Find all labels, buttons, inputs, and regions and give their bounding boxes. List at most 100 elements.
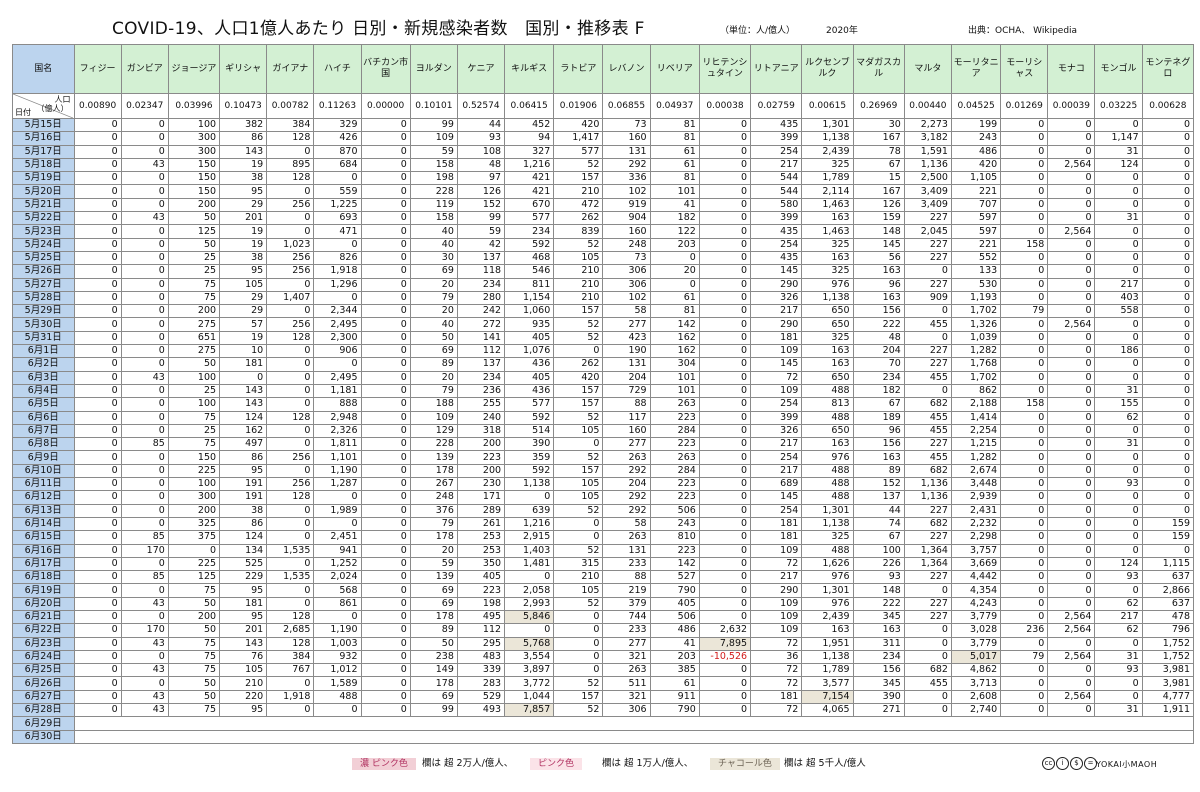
- value-cell: 529: [456, 689, 506, 705]
- value-cell: 0: [1000, 437, 1049, 452]
- value-cell: 0: [120, 649, 169, 665]
- value-cell: 4,442: [950, 570, 1002, 585]
- value-cell: 230: [456, 477, 506, 492]
- value-cell: 0: [1094, 543, 1143, 558]
- value-cell: 109: [409, 131, 458, 146]
- value-cell: 0: [73, 250, 122, 266]
- value-cell: 919: [602, 197, 651, 213]
- value-cell: 163: [801, 437, 854, 452]
- value-cell: 145: [750, 490, 803, 505]
- value-cell: 131: [602, 144, 651, 159]
- value-cell: 253: [456, 543, 506, 558]
- value-cell: 435: [750, 250, 803, 266]
- value-cell: 1,181: [313, 383, 362, 399]
- value-cell: 0: [1047, 290, 1096, 306]
- value-cell: 350: [456, 556, 506, 572]
- value-cell: 0: [1141, 423, 1195, 439]
- table-row: 6月27日 0 43 50 220 1,918 488 0 69 529 1,044 157 321 91…: [12, 689, 1195, 705]
- value-cell: 0: [120, 516, 169, 532]
- value-cell: 100: [852, 543, 905, 558]
- value-cell: 100: [167, 370, 221, 385]
- date-cell: 5月18日: [12, 157, 75, 173]
- value-cell: 0: [120, 609, 169, 625]
- value-cell: 1,216: [504, 157, 555, 173]
- value-cell: 223: [649, 437, 700, 452]
- value-cell: 234: [852, 370, 905, 385]
- value-cell: 0: [360, 410, 411, 425]
- value-cell: 651: [167, 330, 221, 346]
- value-cell: 0: [120, 450, 169, 465]
- population-cell: 0.01269: [1000, 93, 1049, 119]
- value-cell: 119: [409, 197, 458, 213]
- value-cell: 0: [73, 556, 122, 572]
- value-cell: 125: [167, 570, 221, 585]
- value-cell: 0: [1000, 224, 1049, 239]
- value-cell: 0: [698, 410, 752, 425]
- value-cell: 0: [1047, 516, 1096, 532]
- value-cell: 0: [73, 344, 122, 359]
- value-cell: 488: [801, 490, 854, 505]
- value-cell: 2,188: [950, 397, 1002, 412]
- table-row: 6月16日 0 170 0 134 1,535 941 0 20 253 1,403 52 131 223…: [12, 543, 1195, 558]
- value-cell: 203: [649, 649, 700, 665]
- value-cell: 670: [504, 197, 555, 213]
- value-cell: 0: [1141, 184, 1195, 199]
- value-cell: 0: [120, 224, 169, 239]
- value-cell: 0: [219, 370, 268, 385]
- value-cell: 0: [649, 250, 700, 266]
- value-cell: 81: [649, 117, 700, 133]
- value-cell: 67: [852, 530, 905, 545]
- value-cell: 559: [313, 184, 362, 199]
- value-cell: 59: [456, 224, 506, 239]
- value-cell: 1,463: [801, 197, 854, 213]
- country-header: リヒテンシュタイン: [698, 44, 752, 94]
- value-cell: 486: [649, 623, 700, 638]
- value-cell: 150: [167, 184, 221, 199]
- value-cell: 0: [1094, 264, 1143, 279]
- value-cell: 2,674: [950, 463, 1002, 479]
- value-cell: 0: [313, 516, 362, 532]
- value-cell: 488: [801, 410, 854, 425]
- value-cell: 568: [313, 583, 362, 598]
- value-cell: 592: [504, 410, 555, 425]
- value-cell: 0: [1000, 689, 1049, 705]
- value-cell: 62: [1094, 623, 1143, 638]
- value-cell: 976: [801, 570, 854, 585]
- value-cell: 0: [313, 290, 362, 306]
- value-cell: 112: [456, 344, 506, 359]
- value-cell: 234: [852, 649, 905, 665]
- value-cell: 0: [698, 290, 752, 306]
- value-cell: 50: [167, 596, 221, 611]
- value-cell: 163: [852, 623, 905, 638]
- value-cell: 0: [1141, 224, 1195, 239]
- table-row: 6月9日 0 0 150 86 256 1,101 0 139 223 359 52 263 263 0 25…: [12, 450, 1195, 465]
- value-cell: 248: [602, 237, 651, 252]
- value-cell: 0: [360, 157, 411, 173]
- value-cell: 93: [456, 131, 506, 146]
- value-cell: 0: [266, 184, 315, 199]
- value-cell: 263: [602, 530, 651, 545]
- value-cell: 4,354: [950, 583, 1002, 598]
- value-cell: 0: [73, 370, 122, 385]
- value-cell: 1,752: [1141, 636, 1195, 651]
- value-cell: 109: [750, 543, 803, 558]
- value-cell: 0: [1094, 689, 1143, 705]
- value-cell: 0: [120, 463, 169, 479]
- value-cell: 0: [73, 636, 122, 651]
- date-cell: 5月20日: [12, 184, 75, 199]
- value-cell: 577: [504, 211, 555, 226]
- value-cell: 95: [219, 463, 268, 479]
- value-cell: 43: [120, 157, 169, 173]
- value-cell: 2,564: [1047, 317, 1096, 332]
- value-cell: 52: [553, 330, 604, 346]
- value-cell: 101: [649, 184, 700, 199]
- value-cell: 0: [120, 410, 169, 425]
- country-header: モーリシャス: [1000, 44, 1049, 94]
- value-cell: 100: [167, 477, 221, 492]
- value-cell: 219: [602, 583, 651, 598]
- value-cell: 89: [409, 623, 458, 638]
- value-cell: 0: [1047, 330, 1096, 346]
- value-cell: 0: [1141, 131, 1195, 146]
- value-cell: 0: [73, 224, 122, 239]
- value-cell: 0: [1000, 530, 1049, 545]
